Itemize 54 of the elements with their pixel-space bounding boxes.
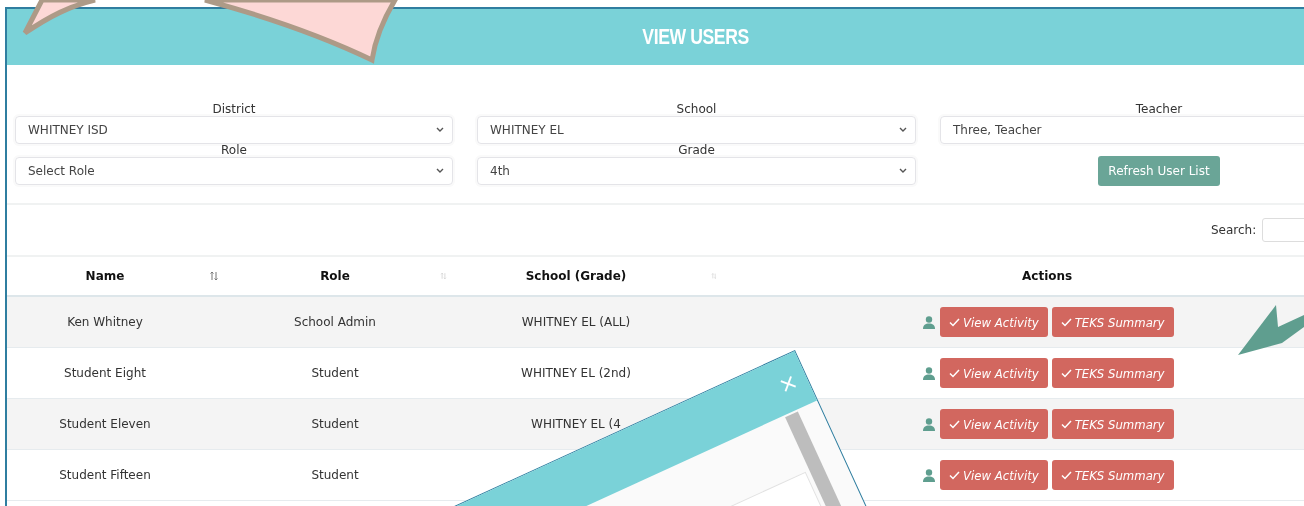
search-field[interactable] (1262, 218, 1304, 242)
user-icon[interactable] (923, 366, 935, 380)
dropdown-field[interactable]: Select Role (15, 157, 453, 185)
check-icon (1060, 368, 1072, 378)
table-cell: WHITNEY EL (4 (531, 417, 621, 431)
table-cell: WHITNEY EL (ALL) (521, 315, 631, 329)
table-cell: Student (311, 468, 359, 482)
chevron-down-icon (899, 168, 907, 174)
column-header[interactable]: School (Grade) (447, 269, 705, 283)
field-label: Role (221, 144, 247, 157)
table-cell: Student Fifteen (59, 468, 151, 482)
action-button[interactable]: View Activity (940, 358, 1048, 388)
search-label: Search: (1211, 223, 1257, 237)
table-cell: School Admin (294, 315, 376, 329)
chevron-down-icon (436, 168, 444, 174)
dropdown-field[interactable]: WHITNEY ISD (15, 116, 453, 144)
check-icon (949, 368, 960, 378)
check-icon (1060, 317, 1072, 327)
action-button[interactable]: TEKS Summary (1051, 307, 1174, 337)
column-header[interactable]: Actions (1022, 269, 1073, 283)
table-cell: Student Eleven (59, 417, 151, 431)
action-button[interactable]: View Activity (940, 307, 1048, 337)
user-icon[interactable] (923, 315, 935, 329)
field-label: Teacher (1135, 103, 1183, 116)
action-button[interactable]: TEKS Summary (1051, 409, 1174, 439)
chevron-down-icon (899, 127, 907, 133)
user-icon[interactable] (923, 468, 935, 482)
dropdown-field[interactable]: 4th (477, 157, 916, 185)
action-button[interactable]: View Activity (940, 409, 1048, 439)
table-cell: WHITNEY EL (2nd) (521, 366, 631, 380)
action-button[interactable]: View Activity (940, 460, 1048, 490)
action-button[interactable]: TEKS Summary (1051, 460, 1174, 490)
table-cell: Student (311, 366, 359, 380)
chevron-down-icon (436, 127, 444, 133)
column-header[interactable]: Role (236, 269, 434, 283)
dropdown-field[interactable]: WHITNEY EL (477, 116, 916, 144)
user-icon[interactable] (923, 417, 935, 431)
action-button[interactable]: TEKS Summary (1051, 358, 1174, 388)
field-label: Grade (678, 144, 715, 157)
table-cell: Student Eight (64, 366, 146, 380)
column-header[interactable]: Name (7, 269, 203, 283)
refresh-button[interactable]: Refresh User List (1098, 156, 1220, 186)
table-cell: Ken Whitney (67, 315, 143, 329)
sort-icon[interactable] (209, 271, 219, 281)
check-icon (1060, 419, 1072, 429)
field-label: District (212, 103, 256, 116)
check-icon (949, 470, 960, 480)
check-icon (1060, 470, 1072, 480)
field-label: School (676, 103, 717, 116)
page-title: VIEW USERS (642, 24, 750, 50)
check-icon (949, 317, 960, 327)
check-icon (949, 419, 960, 429)
table-cell: Student (311, 417, 359, 431)
input-field[interactable]: Three, Teacher (940, 116, 1304, 144)
